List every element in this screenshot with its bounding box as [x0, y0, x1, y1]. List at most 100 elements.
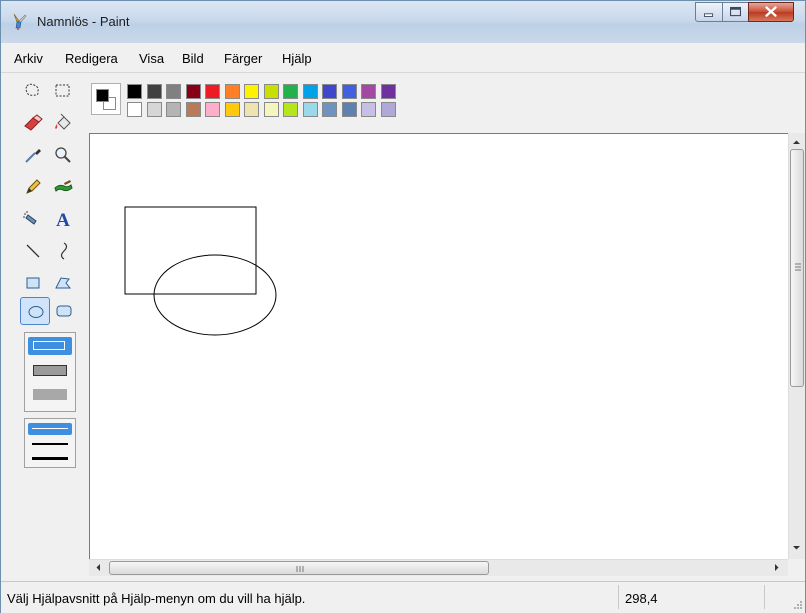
- fill-style-outline[interactable]: [28, 337, 72, 355]
- palette-swatch[interactable]: [166, 84, 181, 99]
- menu-bild[interactable]: Bild: [182, 51, 204, 66]
- rectangle-tool[interactable]: [20, 270, 46, 296]
- palette-swatch[interactable]: [244, 102, 259, 117]
- pencil-tool[interactable]: [20, 174, 46, 200]
- palette-swatch[interactable]: [361, 84, 376, 99]
- drawn-ellipse: [153, 254, 277, 336]
- palette-swatch[interactable]: [361, 102, 376, 117]
- color-picker-icon: [25, 149, 41, 163]
- drawing-canvas[interactable]: [94, 138, 788, 558]
- foreground-color-swatch[interactable]: [96, 89, 109, 102]
- scroll-right-icon[interactable]: [769, 560, 784, 575]
- color-palette: [89, 81, 419, 123]
- menu-bar: Arkiv Redigera Visa Bild Färger Hjälp: [1, 46, 805, 73]
- menu-visa[interactable]: Visa: [139, 51, 164, 66]
- palette-swatch[interactable]: [185, 102, 201, 117]
- eraser-icon: [24, 114, 43, 131]
- fill-icon: [55, 113, 71, 130]
- fill-tool[interactable]: [50, 110, 76, 136]
- line-width-thick[interactable]: [32, 457, 68, 460]
- horizontal-scrollbar[interactable]: [89, 559, 788, 576]
- color-picker-tool[interactable]: [20, 142, 46, 168]
- rounded-rect-tool[interactable]: [51, 298, 77, 324]
- menu-redigera[interactable]: Redigera: [65, 51, 118, 66]
- tool-box: A: [20, 78, 86, 578]
- close-icon: [765, 6, 777, 17]
- rect-select-tool[interactable]: [50, 78, 76, 104]
- fill-style-outline-fill[interactable]: [33, 365, 67, 376]
- palette-swatch[interactable]: [205, 102, 220, 117]
- palette-swatch[interactable]: [224, 102, 240, 117]
- palette-swatch[interactable]: [380, 102, 396, 117]
- title-bar[interactable]: Namnlös - Paint: [1, 1, 805, 43]
- magnifier-tool[interactable]: [50, 142, 76, 168]
- palette-swatch[interactable]: [244, 84, 259, 99]
- airbrush-icon: [23, 211, 37, 225]
- palette-swatch[interactable]: [224, 84, 240, 99]
- status-separator: [764, 585, 765, 609]
- text-icon: A: [56, 210, 70, 231]
- free-select-icon: [25, 83, 39, 96]
- horizontal-scroll-thumb[interactable]: [109, 561, 489, 575]
- status-bar: Välj Hjälpavsnitt på Hjälp-menyn om du v…: [1, 581, 805, 613]
- paint-app-icon: [13, 13, 27, 30]
- palette-swatch[interactable]: [127, 84, 142, 99]
- ellipse-tool[interactable]: [20, 297, 50, 325]
- free-select-tool[interactable]: [20, 78, 46, 104]
- polygon-tool[interactable]: [50, 270, 76, 296]
- palette-swatch[interactable]: [127, 102, 142, 117]
- vertical-scroll-thumb[interactable]: [790, 149, 804, 387]
- rounded-rect-icon: [56, 305, 72, 317]
- magnifier-icon: [55, 147, 71, 163]
- palette-swatch[interactable]: [166, 102, 181, 117]
- palette-swatch[interactable]: [283, 84, 298, 99]
- menu-arkiv[interactable]: Arkiv: [14, 51, 43, 66]
- palette-swatch[interactable]: [302, 84, 318, 99]
- palette-swatch[interactable]: [341, 84, 357, 99]
- scroll-down-icon[interactable]: [789, 540, 804, 555]
- palette-swatch[interactable]: [341, 102, 357, 117]
- palette-swatch[interactable]: [205, 84, 220, 99]
- minimize-button[interactable]: [695, 2, 723, 22]
- pencil-icon: [26, 179, 41, 194]
- line-width-medium[interactable]: [32, 443, 68, 445]
- line-tool[interactable]: [20, 238, 46, 264]
- palette-swatch[interactable]: [146, 102, 162, 117]
- current-colors[interactable]: [89, 81, 125, 117]
- palette-swatch[interactable]: [380, 84, 396, 99]
- resize-grip-icon[interactable]: [791, 598, 803, 610]
- maximize-button[interactable]: [722, 2, 749, 22]
- airbrush-tool[interactable]: [20, 206, 46, 232]
- vertical-scrollbar[interactable]: [788, 133, 805, 559]
- line-icon: [26, 244, 40, 258]
- palette-swatch[interactable]: [263, 102, 279, 117]
- text-tool[interactable]: A: [50, 206, 76, 232]
- line-width-options: [24, 418, 76, 468]
- window-title: Namnlös - Paint: [37, 14, 130, 29]
- palette-swatch[interactable]: [185, 84, 201, 99]
- palette-swatch[interactable]: [322, 102, 337, 117]
- scroll-up-icon[interactable]: [789, 135, 804, 150]
- close-button[interactable]: [748, 2, 794, 22]
- scroll-left-icon[interactable]: [91, 560, 106, 575]
- canvas-workspace[interactable]: [89, 133, 788, 559]
- palette-swatch[interactable]: [322, 84, 337, 99]
- eraser-tool[interactable]: [20, 110, 46, 136]
- polygon-icon: [55, 277, 72, 289]
- maximize-icon: [730, 6, 741, 17]
- curve-tool[interactable]: [50, 238, 76, 264]
- brush-icon: [54, 180, 73, 192]
- fill-style-fill-only[interactable]: [33, 389, 67, 400]
- palette-swatch[interactable]: [263, 84, 279, 99]
- palette-swatch[interactable]: [146, 84, 162, 99]
- status-separator: [618, 585, 619, 609]
- scrollbar-corner: [788, 559, 805, 576]
- menu-hjalp[interactable]: Hjälp: [282, 51, 312, 66]
- brush-tool[interactable]: [50, 174, 76, 200]
- fill-style-options: [24, 332, 76, 412]
- curve-icon: [60, 242, 68, 260]
- menu-farger[interactable]: Färger: [224, 51, 262, 66]
- line-width-thin[interactable]: [28, 423, 72, 435]
- palette-swatch[interactable]: [302, 102, 318, 117]
- palette-swatch[interactable]: [283, 102, 298, 117]
